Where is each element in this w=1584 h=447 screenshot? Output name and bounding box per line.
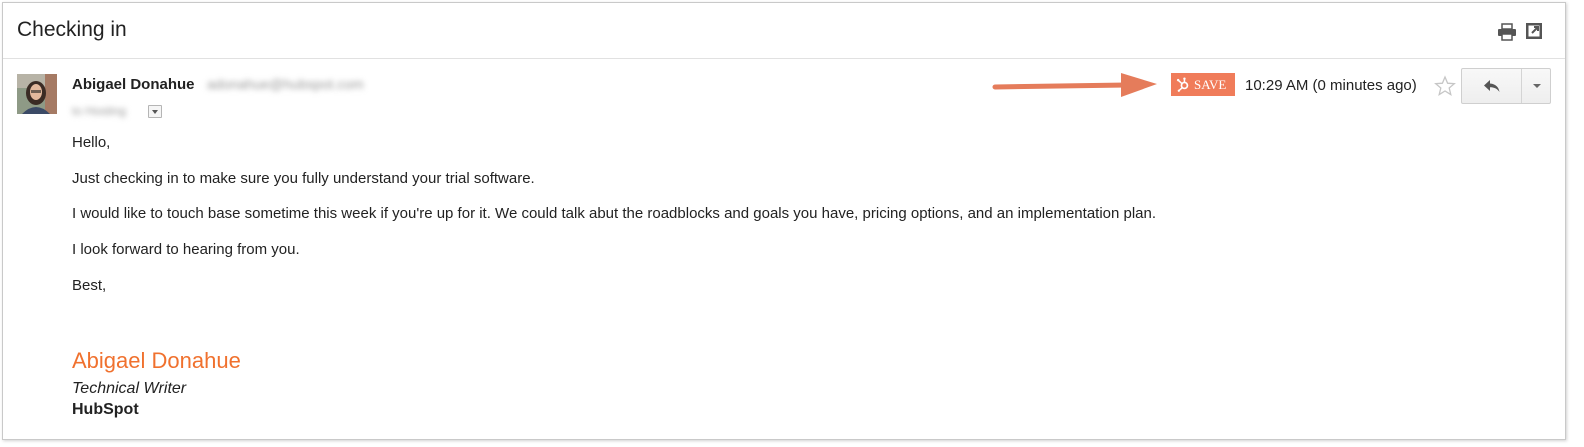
message-timestamp: 10:29 AM (0 minutes ago) — [1245, 77, 1417, 94]
body-paragraph: Just checking in to make sure you fully … — [72, 170, 535, 187]
recipient-line: to Hosting — [72, 104, 127, 118]
subject-bar: Checking in — [3, 3, 1565, 59]
hubspot-save-button[interactable]: SAVE — [1171, 73, 1235, 96]
reply-icon — [1483, 80, 1499, 92]
reply-button-group — [1461, 68, 1551, 104]
open-in-new-window-icon[interactable] — [1525, 22, 1543, 40]
star-icon[interactable] — [1434, 75, 1456, 97]
print-icon[interactable] — [1497, 23, 1517, 41]
signature-title: Technical Writer — [72, 380, 187, 397]
sender-name[interactable]: Abigael Donahue — [72, 76, 195, 93]
show-details-button[interactable] — [148, 105, 162, 118]
signature-name: Abigael Donahue — [72, 348, 241, 373]
annotation-arrow — [992, 73, 1157, 97]
signature-company: HubSpot — [72, 401, 139, 418]
email-message-panel: Checking in Abigael Donahue adonahue@hub… — [2, 2, 1566, 440]
sender-avatar[interactable] — [17, 74, 57, 114]
body-closing: Best, — [72, 277, 107, 294]
email-subject: Checking in — [17, 18, 127, 41]
body-greeting: Hello, — [72, 134, 111, 151]
more-options-button[interactable] — [1523, 69, 1551, 103]
sender-email: adonahue@hubspot.com — [207, 76, 364, 92]
hubspot-sprocket-icon — [1176, 77, 1189, 92]
body-paragraph: I would like to touch base sometime this… — [72, 205, 1157, 222]
save-label: SAVE — [1194, 76, 1227, 92]
body-paragraph: I look forward to hearing from you. — [72, 241, 300, 258]
chevron-down-icon — [1533, 84, 1541, 88]
reply-button[interactable] — [1462, 69, 1522, 103]
